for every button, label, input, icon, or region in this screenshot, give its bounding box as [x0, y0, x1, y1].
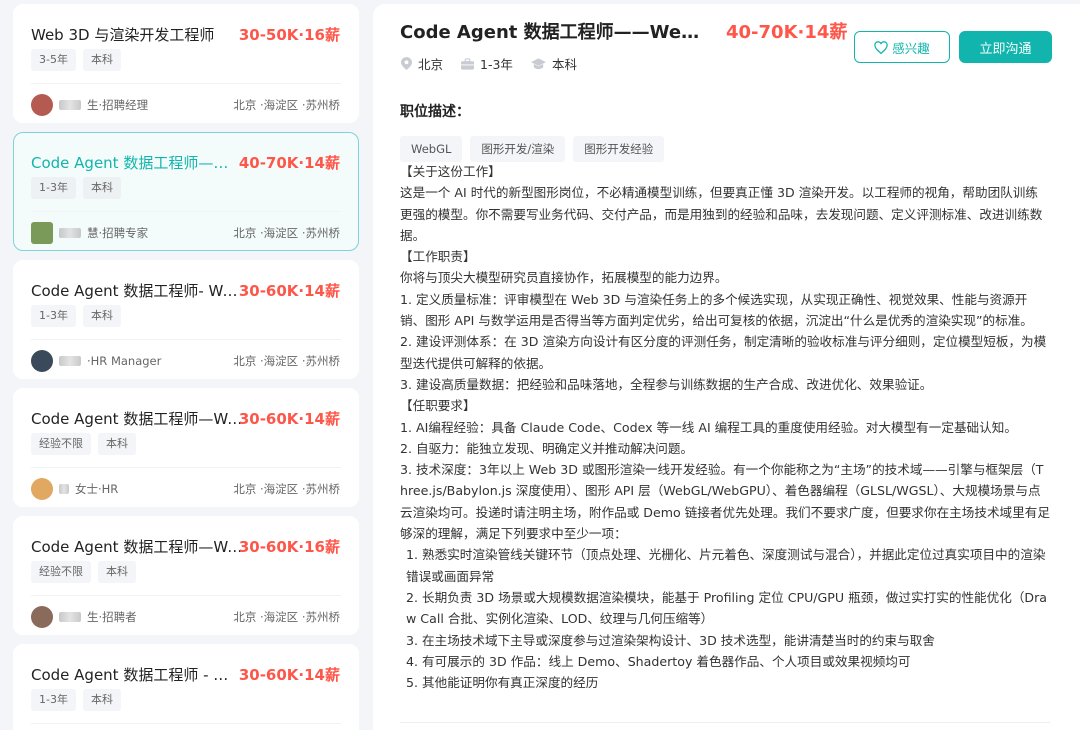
- recruiter-info: 慧·招聘专家: [87, 226, 149, 240]
- recruiter-info: 生·招聘经理: [87, 98, 149, 112]
- job-title: Code Agent 数据工程师- Web 3D: [31, 282, 243, 300]
- briefcase-icon: [461, 57, 475, 70]
- job-title: Code Agent 数据工程师—Web 3D: [31, 538, 243, 556]
- blurred-name: [59, 228, 81, 238]
- skill-tag: 图形开发/渲染: [470, 136, 566, 162]
- job-card[interactable]: Code Agent 数据工程师- Web 3D 30-60K·14薪 1-3年…: [13, 260, 359, 379]
- recruiter-avatar: [31, 606, 53, 628]
- job-location: 北京 ·海淀区 ·苏州桥: [233, 610, 340, 624]
- divider: [31, 723, 341, 724]
- job-salary: 30-60K·14薪: [238, 282, 340, 300]
- chat-now-button[interactable]: 立即沟通: [959, 31, 1052, 63]
- job-tag-experience: 经验不限: [31, 561, 91, 583]
- job-location: 北京 ·海淀区 ·苏州桥: [233, 354, 340, 368]
- job-location: 北京 ·海淀区 ·苏州桥: [233, 482, 340, 496]
- recruiter-avatar: [31, 222, 53, 244]
- desc-paragraph: 1. 定义质量标准：评审模型在 Web 3D 与渲染任务上的多个候选实现，从实现…: [400, 291, 1033, 329]
- job-title: Web 3D 与渲染开发工程师: [31, 26, 215, 44]
- skill-tag: WebGL: [400, 136, 463, 162]
- desc-sub-item: 5. 其他能证明你有真正深度的经历: [406, 675, 599, 691]
- detail-education: 本科: [551, 57, 577, 72]
- job-list: Web 3D 与渲染开发工程师 30-50K·16薪 3-5年 本科 生·招聘经…: [0, 0, 372, 730]
- job-tag-experience: 1-3年: [31, 305, 76, 327]
- blurred-name: [59, 484, 69, 494]
- location-pin-icon: [401, 57, 412, 70]
- desc-heading: 【关于这份工作】: [400, 164, 501, 179]
- blurred-name: [59, 356, 81, 366]
- job-tag-experience: 经验不限: [31, 433, 91, 455]
- heart-icon: [874, 40, 889, 54]
- job-tag-education: 本科: [82, 305, 121, 327]
- job-title: Code Agent 数据工程师—Web 3D: [31, 410, 243, 428]
- interest-label: 感兴趣: [892, 40, 930, 56]
- job-card-active[interactable]: Code Agent 数据工程师——Web 3D 40-70K·14薪 1-3年…: [13, 132, 359, 251]
- job-detail-panel: Code Agent 数据工程师——Web 3D 40-70K·14薪 感兴趣 …: [373, 4, 1080, 730]
- job-tag-experience: 1-3年: [31, 177, 76, 199]
- job-tag-education: 本科: [82, 177, 121, 199]
- desc-paragraph: 3. 建设高质量数据：把经验和品味落地，全程参与训练数据的生产合成、改进优化、效…: [400, 376, 933, 392]
- desc-paragraph: 2. 自驱力：能独立发现、明确定义并推动解决问题。: [400, 440, 694, 456]
- graduation-cap-icon: [530, 57, 546, 69]
- desc-paragraph: 3. 技术深度：3年以上 Web 3D 或图形渲染一线开发经验。有一个你能称之为…: [400, 462, 1050, 542]
- blurred-name: [59, 612, 81, 622]
- job-tag-experience: 1-3年: [31, 689, 76, 711]
- job-tag-education: 本科: [82, 689, 121, 711]
- interest-button[interactable]: 感兴趣: [854, 31, 950, 63]
- desc-paragraph: 这是一个 AI 时代的新型图形岗位，不必精通模型训练，但要真正懂 3D 渲染开发…: [400, 185, 1043, 243]
- job-salary: 30-60K·14薪: [238, 666, 340, 684]
- job-salary: 40-70K·14薪: [238, 154, 340, 172]
- desc-heading: 【任职要求】: [400, 398, 476, 414]
- divider: [31, 83, 341, 84]
- desc-paragraph: 1. AI编程经验：具备 Claude Code、Codex 等一线 AI 编程…: [400, 419, 1017, 435]
- desc-paragraph: 你将与顶尖大模型研究员直接协作，拓展模型的能力边界。: [400, 270, 728, 286]
- recruiter-info: 生·招聘者: [87, 610, 137, 624]
- desc-sub-item: 4. 有可展示的 3D 作品：线上 Demo、Shadertoy 着色器作品、个…: [406, 653, 911, 669]
- recruiter-info: ·HR Manager: [87, 354, 162, 368]
- desc-heading: 【工作职责】: [400, 249, 476, 265]
- desc-sub-item: 2. 长期负责 3D 场景或大规模数据渲染模块，能基于 Profiling 定位…: [406, 589, 1048, 627]
- job-salary: 30-60K·16薪: [238, 538, 340, 556]
- divider: [31, 339, 341, 340]
- recruiter-avatar: [31, 478, 53, 500]
- job-tag-education: 本科: [98, 433, 136, 455]
- section-title: 职位描述：: [400, 104, 470, 120]
- detail-title: Code Agent 数据工程师——Web 3D: [400, 22, 706, 43]
- recruiter-avatar: [31, 350, 53, 372]
- job-location: 北京 ·海淀区 ·苏州桥: [233, 98, 340, 112]
- job-card[interactable]: Code Agent 数据工程师—Web 3D 30-60K·16薪 经验不限 …: [13, 516, 359, 635]
- recruiter-info: 女士·HR: [75, 482, 119, 496]
- divider: [31, 211, 341, 212]
- divider: [400, 722, 1050, 723]
- job-card[interactable]: Code Agent 数据工程师 - 前端方向 30-60K·14薪 1-3年 …: [13, 644, 359, 730]
- skill-tag: 图形开发经验: [573, 136, 665, 162]
- job-card[interactable]: Code Agent 数据工程师—Web 3D 30-60K·14薪 经验不限 …: [13, 388, 359, 507]
- job-description: 【关于这份工作】 这是一个 AI 时代的新型图形岗位，不必精通模型训练，但要真正…: [400, 161, 1050, 693]
- job-salary: 30-60K·14薪: [238, 410, 340, 428]
- recruiter-avatar: [31, 94, 53, 116]
- job-card[interactable]: Web 3D 与渲染开发工程师 30-50K·16薪 3-5年 本科 生·招聘经…: [13, 4, 359, 123]
- job-title: Code Agent 数据工程师——Web 3D: [31, 154, 243, 172]
- desc-paragraph: 2. 建设评测体系：在 3D 渲染方向设计有区分度的评测任务，制定清晰的验收标准…: [400, 334, 1047, 371]
- desc-sub-item: 3. 在主场技术域下主导或深度参与过渲染架构设计、3D 技术选型，能讲清楚当时的…: [406, 632, 935, 648]
- detail-salary: 40-70K·14薪: [726, 22, 848, 43]
- desc-sub-item: 1. 熟悉实时渲染管线关键环节（顶点处理、光栅化、片元着色、深度测试与混合），并…: [406, 547, 1046, 584]
- job-salary: 30-50K·16薪: [238, 26, 340, 44]
- detail-experience: 1-3年: [480, 57, 513, 72]
- job-tag-education: 本科: [82, 49, 121, 71]
- divider: [31, 595, 341, 596]
- job-tag-education: 本科: [98, 561, 136, 583]
- divider: [31, 467, 341, 468]
- job-tag-experience: 3-5年: [31, 49, 76, 71]
- blurred-name: [59, 100, 81, 110]
- detail-city: 北京: [418, 57, 444, 72]
- job-title: Code Agent 数据工程师 - 前端方向: [31, 666, 243, 684]
- job-location: 北京 ·海淀区 ·苏州桥: [233, 226, 340, 240]
